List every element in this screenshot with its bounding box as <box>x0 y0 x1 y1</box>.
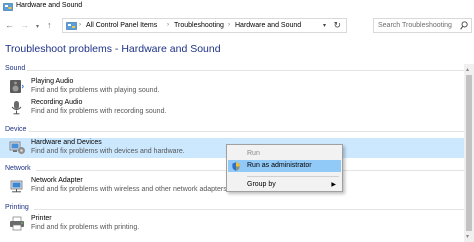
control-panel-icon <box>66 22 77 30</box>
recent-locations-chevron-icon[interactable]: ▾ <box>36 22 39 32</box>
scrollbar-thumb[interactable] <box>466 75 472 231</box>
submenu-arrow-icon: ▶ <box>331 182 336 188</box>
context-menu-run[interactable]: Run <box>228 148 341 160</box>
search-placeholder: Search Troubleshooting <box>378 22 452 29</box>
refresh-icon[interactable]: ↻ <box>333 20 341 31</box>
speaker-icon <box>10 80 24 93</box>
search-icon[interactable] <box>460 21 468 30</box>
context-menu-group-by[interactable]: Group by ▶ <box>228 179 341 191</box>
address-bar[interactable]: › All Control Panel Items › Troubleshoot… <box>62 18 347 33</box>
scroll-down-arrow-icon[interactable]: ▾ <box>466 233 469 240</box>
item-description: Find and fix problems with recording sou… <box>31 108 167 115</box>
vertical-scrollbar[interactable]: ▴ ▾ <box>464 64 474 242</box>
menu-item-label: Run as administrator <box>247 162 312 169</box>
section-header-printing: Printing <box>5 204 29 211</box>
menu-item-label: Group by <box>247 181 276 188</box>
item-description: Find and fix problems with wireless and … <box>31 186 229 193</box>
scroll-up-arrow-icon[interactable]: ▴ <box>466 66 469 73</box>
search-box[interactable]: Search Troubleshooting <box>373 18 472 33</box>
section-divider <box>27 70 464 71</box>
item-name: Network Adapter <box>31 177 83 184</box>
forward-arrow-icon[interactable]: → <box>20 20 29 30</box>
back-arrow-icon[interactable]: ← <box>5 20 14 30</box>
section-divider <box>29 131 464 132</box>
item-name: Recording Audio <box>31 99 83 106</box>
troubleshooter-printer[interactable]: Printer Find and fix problems with print… <box>0 214 464 234</box>
section-header-network: Network <box>5 165 31 172</box>
troubleshooter-recording-audio[interactable]: Recording Audio Find and fix problems wi… <box>0 98 464 118</box>
breadcrumb-all-control-panel-items[interactable]: All Control Panel Items <box>86 22 157 29</box>
item-description: Find and fix problems with playing sound… <box>31 87 160 94</box>
section-divider <box>34 209 464 210</box>
section-header-device: Device <box>5 126 27 133</box>
context-menu: Run Run as administrator Group by ▶ <box>226 144 343 192</box>
address-dropdown-icon[interactable]: ▾ <box>323 22 326 29</box>
menu-item-label: Run <box>247 150 260 157</box>
troubleshooter-playing-audio[interactable]: Playing Audio Find and fix problems with… <box>0 77 464 97</box>
item-name: Playing Audio <box>31 78 74 85</box>
hardware-icon <box>9 141 25 154</box>
page-title: Troubleshoot problems - Hardware and Sou… <box>5 43 221 55</box>
breadcrumb-separator-icon: › <box>79 22 81 28</box>
network-adapter-icon <box>10 180 23 193</box>
control-panel-icon <box>3 3 13 11</box>
breadcrumb-separator-icon: › <box>167 22 169 28</box>
context-menu-run-as-administrator[interactable]: Run as administrator <box>228 160 341 172</box>
breadcrumb-hardware-and-sound[interactable]: Hardware and Sound <box>235 22 301 29</box>
window-title: Hardware and Sound <box>16 2 83 9</box>
navigation-bar: ← → ▾ ↑ › All Control Panel Items › Trou… <box>0 14 474 36</box>
item-description: Find and fix problems with devices and h… <box>31 148 185 155</box>
item-name: Hardware and Devices <box>31 139 102 146</box>
title-bar: Hardware and Sound <box>0 0 474 14</box>
item-description: Find and fix problems with printing. <box>31 224 140 231</box>
item-name: Printer <box>31 215 52 222</box>
breadcrumb-separator-icon: › <box>228 22 230 28</box>
up-arrow-icon[interactable]: ↑ <box>47 20 52 30</box>
printer-icon <box>10 216 24 231</box>
breadcrumb-troubleshooting[interactable]: Troubleshooting <box>174 22 224 29</box>
menu-separator <box>247 176 339 177</box>
uac-shield-icon <box>232 162 240 171</box>
microphone-icon <box>11 101 22 115</box>
section-header-sound: Sound <box>5 65 26 72</box>
